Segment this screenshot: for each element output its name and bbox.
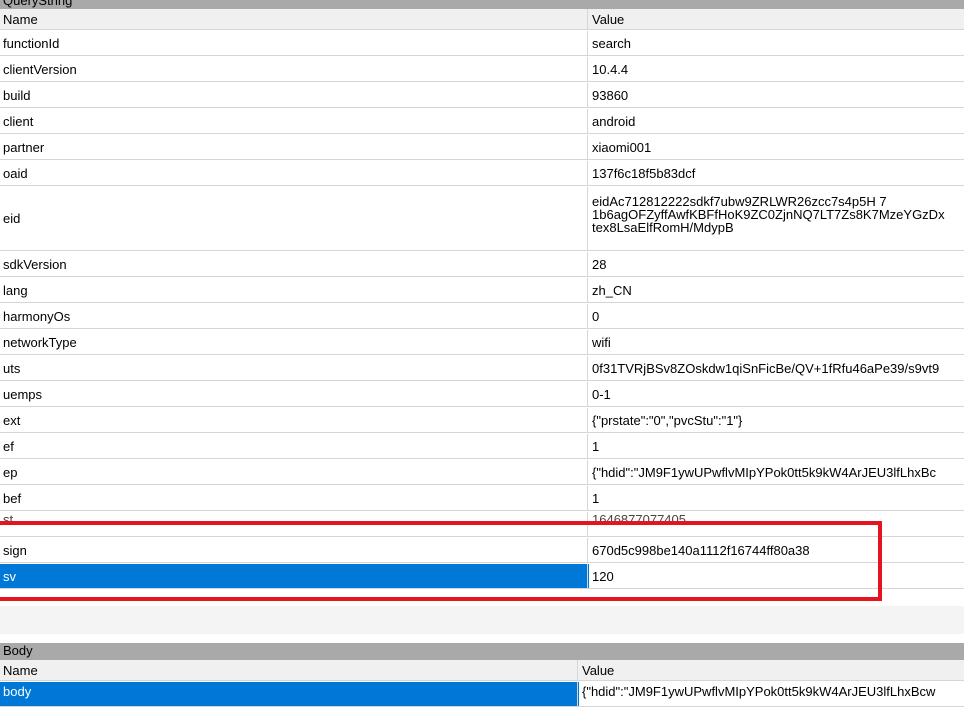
param-value-text: 1646877077405 bbox=[592, 512, 686, 527]
table-row-build[interactable]: build 93860 bbox=[0, 83, 964, 108]
param-value[interactable]: 1 bbox=[589, 486, 964, 510]
table-row-eid[interactable]: eid eidAc712812222sdkf7ubw9ZRLWR26zcc7s4… bbox=[0, 187, 964, 251]
param-name: uemps bbox=[0, 382, 588, 406]
table-row-oaid[interactable]: oaid 137f6c18f5b83dcf bbox=[0, 161, 964, 186]
param-value[interactable]: 0-1 bbox=[589, 382, 964, 406]
param-value[interactable]: {"hdid":"JM9F1ywUPwflvMIpYPok0tt5k9kW4Ar… bbox=[579, 682, 964, 706]
param-name: ep bbox=[0, 460, 588, 484]
param-value[interactable]: search bbox=[589, 31, 964, 55]
table-row-client[interactable]: client android bbox=[0, 109, 964, 134]
value-column-header[interactable]: Value bbox=[589, 9, 964, 29]
param-value[interactable]: 120 bbox=[589, 564, 964, 588]
table-row-ef[interactable]: ef 1 bbox=[0, 434, 964, 459]
param-name: uts bbox=[0, 356, 588, 380]
param-value[interactable]: 670d5c998be140a1112f16744ff80a38 bbox=[589, 538, 964, 562]
param-name: body bbox=[0, 682, 578, 706]
param-value[interactable]: 10.4.4 bbox=[589, 57, 964, 81]
table-row-functionId[interactable]: functionId search bbox=[0, 31, 964, 56]
param-value[interactable]: android bbox=[589, 109, 964, 133]
querystring-column-header: Name Value bbox=[0, 9, 964, 30]
param-value[interactable]: zh_CN bbox=[589, 278, 964, 302]
param-name: st bbox=[0, 512, 588, 536]
body-column-header: Name Value bbox=[0, 660, 964, 681]
param-value[interactable]: eidAc712812222sdkf7ubw9ZRLWR26zcc7s4p5H … bbox=[589, 187, 964, 250]
table-row-uemps[interactable]: uemps 0-1 bbox=[0, 382, 964, 407]
table-row-st[interactable]: st 1646877077405 bbox=[0, 512, 964, 537]
param-value[interactable]: {"hdid":"JM9F1ywUPwflvMIpYPok0tt5k9kW4Ar… bbox=[589, 460, 964, 484]
param-name: sv bbox=[0, 564, 588, 588]
table-row-bef[interactable]: bef 1 bbox=[0, 486, 964, 511]
querystring-section-header: QueryString bbox=[0, 0, 964, 9]
param-name-text: st bbox=[3, 512, 14, 527]
value-column-header[interactable]: Value bbox=[579, 660, 964, 680]
param-value[interactable]: 1 bbox=[589, 434, 964, 458]
param-name: lang bbox=[0, 278, 588, 302]
param-value[interactable]: 28 bbox=[589, 252, 964, 276]
param-value[interactable]: xiaomi001 bbox=[589, 135, 964, 159]
body-section-header: Body bbox=[0, 643, 964, 660]
table-row-sdkVersion[interactable]: sdkVersion 28 bbox=[0, 252, 964, 277]
param-name: clientVersion bbox=[0, 57, 588, 81]
param-name: partner bbox=[0, 135, 588, 159]
table-row-clientVersion[interactable]: clientVersion 10.4.4 bbox=[0, 57, 964, 82]
table-row-sign[interactable]: sign 670d5c998be140a1112f16744ff80a38 bbox=[0, 538, 964, 563]
param-name: eid bbox=[0, 187, 588, 250]
table-row-networkType[interactable]: networkType wifi bbox=[0, 330, 964, 355]
param-name: sign bbox=[0, 538, 588, 562]
param-value[interactable]: 93860 bbox=[589, 83, 964, 107]
table-row-body[interactable]: body {"hdid":"JM9F1ywUPwflvMIpYPok0tt5k9… bbox=[0, 682, 964, 707]
table-row-harmonyOs[interactable]: harmonyOs 0 bbox=[0, 304, 964, 329]
param-name: client bbox=[0, 109, 588, 133]
table-row-sv[interactable]: sv 120 bbox=[0, 564, 964, 589]
name-column-header[interactable]: Name bbox=[0, 660, 578, 680]
param-name: ext bbox=[0, 408, 588, 432]
param-value[interactable]: wifi bbox=[589, 330, 964, 354]
name-column-header[interactable]: Name bbox=[0, 9, 588, 29]
table-row-lang[interactable]: lang zh_CN bbox=[0, 278, 964, 303]
param-value[interactable]: 0 bbox=[589, 304, 964, 328]
value-line: tex8LsaElfRomH/MdypB bbox=[592, 220, 734, 235]
param-name: oaid bbox=[0, 161, 588, 185]
param-name: ef bbox=[0, 434, 588, 458]
param-name: sdkVersion bbox=[0, 252, 588, 276]
param-name: networkType bbox=[0, 330, 588, 354]
table-row-uts[interactable]: uts 0f31TVRjBSv8ZOskdw1qiSnFicBe/QV+1fRf… bbox=[0, 356, 964, 381]
table-row-partner[interactable]: partner xiaomi001 bbox=[0, 135, 964, 160]
param-value[interactable]: 0f31TVRjBSv8ZOskdw1qiSnFicBe/QV+1fRfu46a… bbox=[589, 356, 964, 380]
table-row-ep[interactable]: ep {"hdid":"JM9F1ywUPwflvMIpYPok0tt5k9kW… bbox=[0, 460, 964, 485]
param-value[interactable]: 137f6c18f5b83dcf bbox=[589, 161, 964, 185]
param-value[interactable]: {"prstate":"0","pvcStu":"1"} bbox=[589, 408, 964, 432]
grid-empty-area bbox=[0, 606, 964, 634]
param-name: build bbox=[0, 83, 588, 107]
param-name: functionId bbox=[0, 31, 588, 55]
param-name: harmonyOs bbox=[0, 304, 588, 328]
param-name: bef bbox=[0, 486, 588, 510]
param-value[interactable]: 1646877077405 bbox=[589, 512, 964, 536]
table-row-ext[interactable]: ext {"prstate":"0","pvcStu":"1"} bbox=[0, 408, 964, 433]
